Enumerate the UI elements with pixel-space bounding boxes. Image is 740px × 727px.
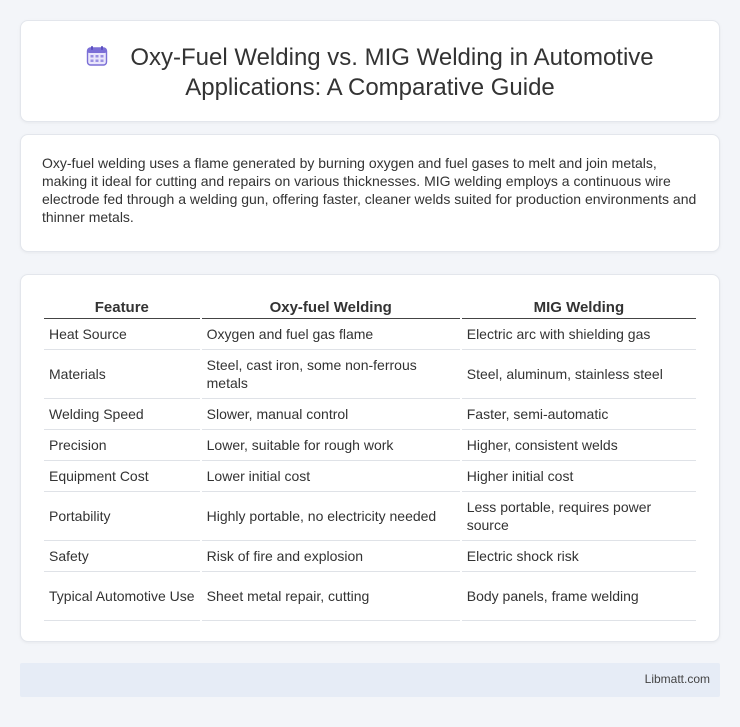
page-title-wrap: Oxy-Fuel Welding vs. MIG Welding in Auto… [21,43,719,103]
intro-card: Oxy-fuel welding uses a flame generated … [20,134,720,252]
cell-mig: Body panels, frame welding [461,572,696,621]
cell-mig: Electric shock risk [461,541,696,572]
header-mig: MIG Welding [461,297,696,319]
comparison-card: Feature Oxy-fuel Welding MIG Welding Hea… [20,274,720,642]
cell-mig: Less portable, requires power source [461,492,696,541]
cell-feature: Welding Speed [44,399,200,430]
cell-oxy-fuel: Sheet metal repair, cutting [201,572,460,621]
title-card: Oxy-Fuel Welding vs. MIG Welding in Auto… [20,20,720,122]
cell-mig: Higher, consistent welds [461,430,696,461]
cell-feature: Precision [44,430,200,461]
cell-oxy-fuel: Steel, cast iron, some non-ferrous metal… [201,350,460,399]
intro-paragraph: Oxy-fuel welding uses a flame generated … [42,155,697,225]
cell-feature: Portability [44,492,200,541]
header-feature: Feature [44,297,200,319]
table-row: Heat Source Oxygen and fuel gas flame El… [44,319,696,350]
cell-oxy-fuel: Risk of fire and explosion [201,541,460,572]
calendar-icon [87,46,108,66]
table-row: Welding Speed Slower, manual control Fas… [44,399,696,430]
cell-feature: Heat Source [44,319,200,350]
cell-oxy-fuel: Lower initial cost [201,461,460,492]
table-header-row: Feature Oxy-fuel Welding MIG Welding [44,297,696,319]
table-row: Safety Risk of fire and explosion Electr… [44,541,696,572]
footer-brand-link[interactable]: Libmatt.com [645,672,710,686]
table-row: Typical Automotive Use Sheet metal repai… [44,572,696,621]
footer-bar: Libmatt.com [20,663,720,697]
cell-oxy-fuel: Slower, manual control [201,399,460,430]
cell-mig: Steel, aluminum, stainless steel [461,350,696,399]
cell-feature: Safety [44,541,200,572]
cell-feature: Typical Automotive Use [44,572,200,621]
cell-mig: Faster, semi-automatic [461,399,696,430]
cell-mig: Electric arc with shielding gas [461,319,696,350]
cell-oxy-fuel: Highly portable, no electricity needed [201,492,460,541]
cell-feature: Equipment Cost [44,461,200,492]
table-row: Equipment Cost Lower initial cost Higher… [44,461,696,492]
cell-mig: Higher initial cost [461,461,696,492]
page-title: Oxy-Fuel Welding vs. MIG Welding in Auto… [130,44,654,101]
table-row: Materials Steel, cast iron, some non-fer… [44,350,696,399]
header-oxy-fuel: Oxy-fuel Welding [201,297,460,319]
table-row: Precision Lower, suitable for rough work… [44,430,696,461]
cell-feature: Materials [44,350,200,399]
cell-oxy-fuel: Lower, suitable for rough work [201,430,460,461]
comparison-table: Feature Oxy-fuel Welding MIG Welding Hea… [42,297,698,621]
cell-oxy-fuel: Oxygen and fuel gas flame [201,319,460,350]
table-row: Portability Highly portable, no electric… [44,492,696,541]
